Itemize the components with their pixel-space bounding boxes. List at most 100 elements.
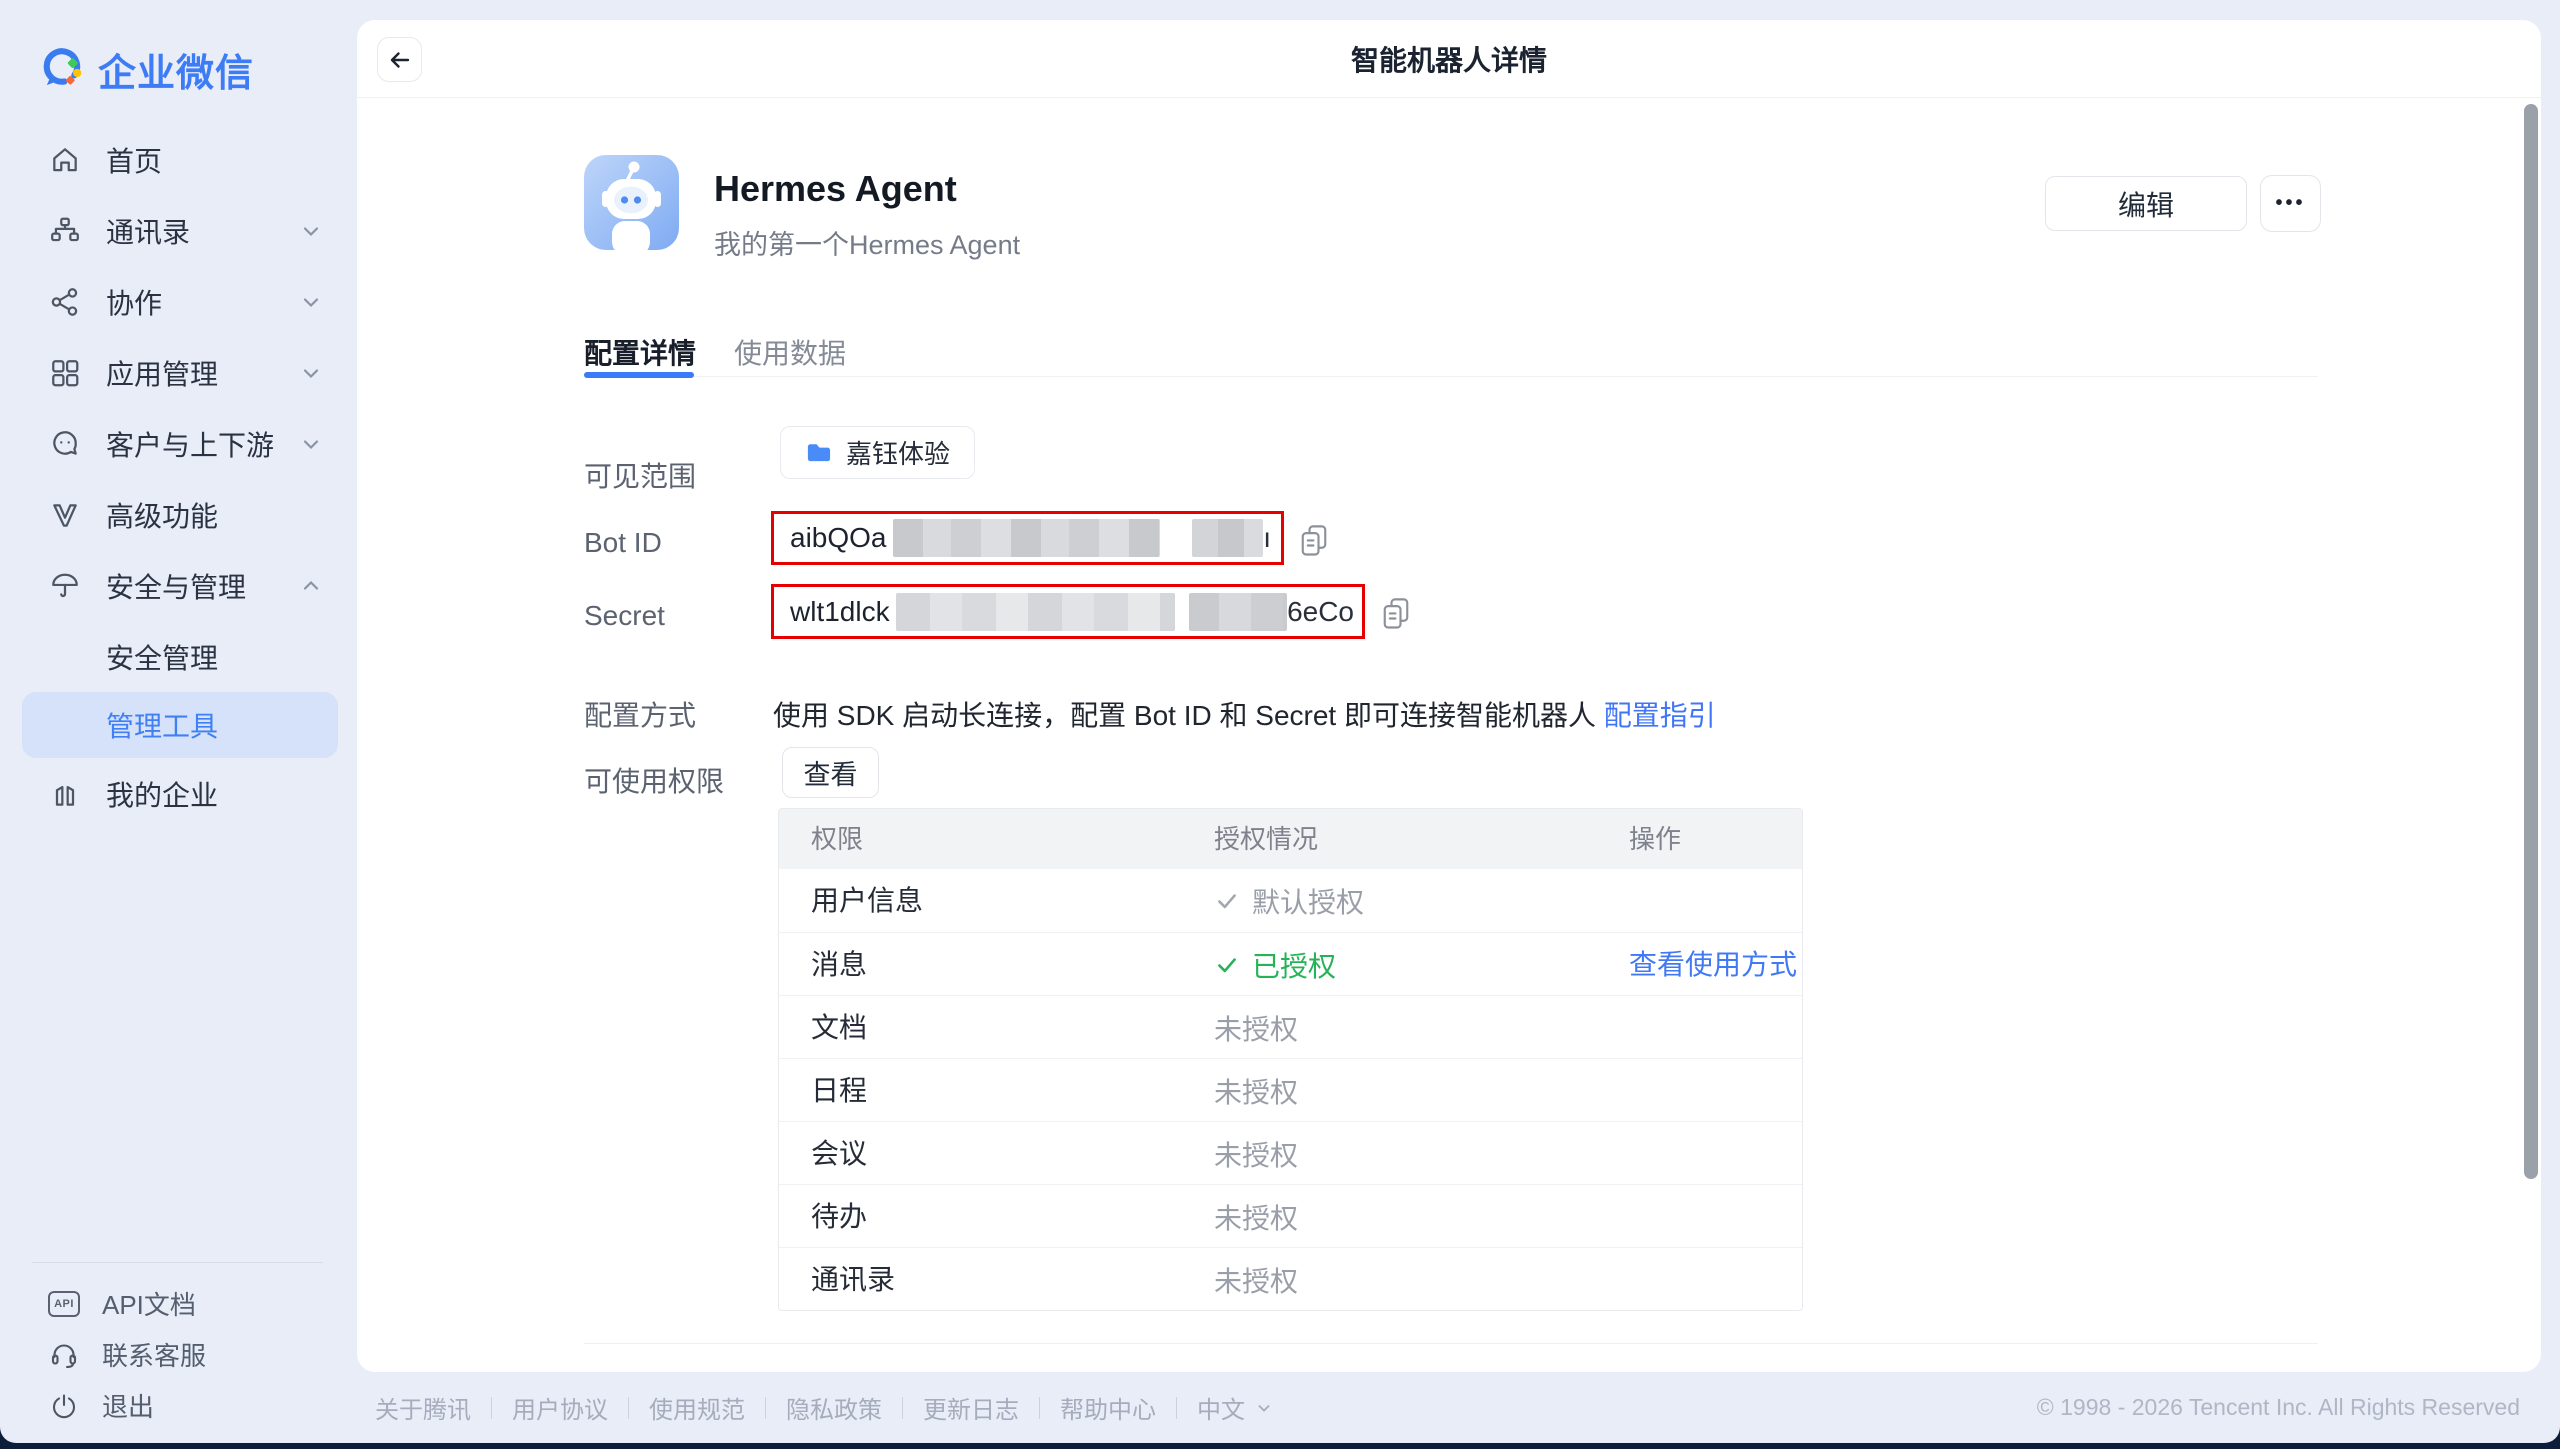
visible-scope-label: 可见范围 [584,455,696,495]
secret-value-box: wlt1dlck 6eCo [771,584,1365,639]
share-nodes-icon [48,285,82,319]
edit-button[interactable]: 编辑 [2045,176,2247,231]
check-icon [1214,888,1240,914]
tab-config-details[interactable]: 配置详情 [584,332,696,372]
view-usage-link[interactable]: 查看使用方式 [1629,933,1797,996]
robot-icon [584,155,679,250]
folder-icon [805,439,832,466]
chevron-down-icon [299,432,323,456]
bot-description: 我的第一个Hermes Agent [714,223,1020,262]
footer-separator [1176,1397,1177,1419]
sidebar-divider [32,1262,323,1263]
footer-link-about[interactable]: 关于腾讯 [375,1390,471,1425]
footer-link-help[interactable]: 帮助中心 [1060,1390,1156,1425]
advanced-icon [48,498,82,532]
company-icon [48,777,82,811]
page-title: 智能机器人详情 [357,20,2541,98]
sidebar-item-contacts[interactable]: 通讯录 [0,195,357,266]
sidebar: 企业微信 首页 通讯录 协作 [0,0,357,1443]
permissions-table-header: 权限 授权情况 操作 [779,809,1802,869]
permissions-table: 权限 授权情况 操作 用户信息 默认授权 消息 已授权 查看使用方式 [778,808,1803,1311]
app-window: 企业微信 首页 通讯录 协作 [0,0,2560,1443]
sidebar-item-customers[interactable]: 客户与上下游 [0,408,357,479]
table-row: 消息 已授权 查看使用方式 [779,932,1802,995]
sidebar-item-security-admin[interactable]: 安全管理 [0,621,357,692]
sidebar-nav: 首页 通讯录 协作 [0,124,357,829]
footer-link-privacy[interactable]: 隐私政策 [786,1390,882,1425]
bot-name: Hermes Agent [714,168,957,210]
scrollbar-thumb[interactable] [2524,104,2538,1179]
config-method-text: 使用 SDK 启动长连接，配置 Bot ID 和 Secret 即可连接智能机器… [773,694,1716,734]
footer-separator [491,1397,492,1419]
footer-link-rules[interactable]: 使用规范 [649,1390,745,1425]
bot-id-value-box: aibQOa ı [771,511,1284,565]
table-row: 用户信息 默认授权 [779,869,1802,932]
footer-link-changelog[interactable]: 更新日志 [923,1390,1019,1425]
view-permissions-button[interactable]: 查看 [782,747,879,798]
footer-separator [628,1397,629,1419]
chevron-down-icon [299,219,323,243]
footer-separator [1039,1397,1040,1419]
redacted-value [893,519,1160,557]
page-footer: 关于腾讯 用户协议 使用规范 隐私政策 更新日志 帮助中心 中文 © 1998 … [0,1372,2560,1443]
active-tab-indicator [584,372,694,378]
footer-links: 关于腾讯 用户协议 使用规范 隐私政策 更新日志 帮助中心 中文 [375,1372,1273,1443]
table-row: 通讯录 未授权 [779,1247,1802,1310]
section-divider [584,1343,2318,1344]
bot-id-visible-text: aibQOa [790,522,887,554]
chevron-down-icon [299,361,323,385]
copyright-text: © 1998 - 2026 Tencent Inc. All Rights Re… [2037,1372,2520,1443]
grid-icon [48,356,82,390]
config-guide-link[interactable]: 配置指引 [1604,700,1716,731]
chevron-up-icon [299,574,323,598]
config-method-label: 配置方式 [584,694,696,734]
tab-usage-data[interactable]: 使用数据 [734,332,846,372]
bot-id-label: Bot ID [584,527,662,559]
language-selector[interactable]: 中文 [1197,1390,1273,1425]
brand-name: 企业微信 [98,42,254,97]
main-panel: 智能机器人详情 Hermes Age [357,20,2541,1372]
visible-scope-chip[interactable]: 嘉钰体验 [780,426,975,479]
sidebar-item-admin-tools[interactable]: 管理工具 [22,692,338,758]
brand-logo: 企业微信 [38,42,254,97]
copy-secret-button[interactable] [1379,596,1413,632]
chevron-down-icon [1255,1399,1273,1417]
bot-avatar [584,155,679,250]
tabs-divider [584,376,2318,377]
api-icon: API [48,1288,80,1320]
sidebar-item-api-docs[interactable]: API API文档 [0,1278,357,1329]
headset-icon [48,1339,80,1371]
more-actions-button[interactable]: ••• [2260,175,2321,232]
visible-scope-value: 嘉钰体验 [846,434,950,471]
secret-tail-text: 6eCo [1287,596,1354,628]
redacted-value [1189,593,1287,631]
copy-icon [1379,596,1413,632]
secret-label: Secret [584,600,665,632]
redacted-value [1192,519,1263,557]
sidebar-item-home[interactable]: 首页 [0,124,357,195]
footer-link-terms[interactable]: 用户协议 [512,1390,608,1425]
sidebar-item-my-company[interactable]: 我的企业 [0,758,357,829]
table-row: 日程 未授权 [779,1058,1802,1121]
sidebar-item-collaboration[interactable]: 协作 [0,266,357,337]
chat-bubble-icon [48,427,82,461]
footer-separator [902,1397,903,1419]
secret-visible-text: wlt1dlck [790,596,890,628]
org-chart-icon [48,214,82,248]
sidebar-item-advanced[interactable]: 高级功能 [0,479,357,550]
sidebar-item-security-management[interactable]: 安全与管理 [0,550,357,621]
footer-separator [765,1397,766,1419]
table-row: 会议 未授权 [779,1121,1802,1184]
copy-bot-id-button[interactable] [1297,523,1331,559]
table-row: 待办 未授权 [779,1184,1802,1247]
wecom-logo-icon [38,46,85,93]
redacted-value [896,593,1175,631]
umbrella-icon [48,569,82,603]
home-icon [48,143,82,177]
check-icon [1214,952,1240,978]
chevron-down-icon [299,290,323,314]
copy-icon [1297,523,1331,559]
sidebar-item-apps[interactable]: 应用管理 [0,337,357,408]
detail-header: 智能机器人详情 [357,20,2541,98]
table-row: 文档 未授权 [779,995,1802,1058]
